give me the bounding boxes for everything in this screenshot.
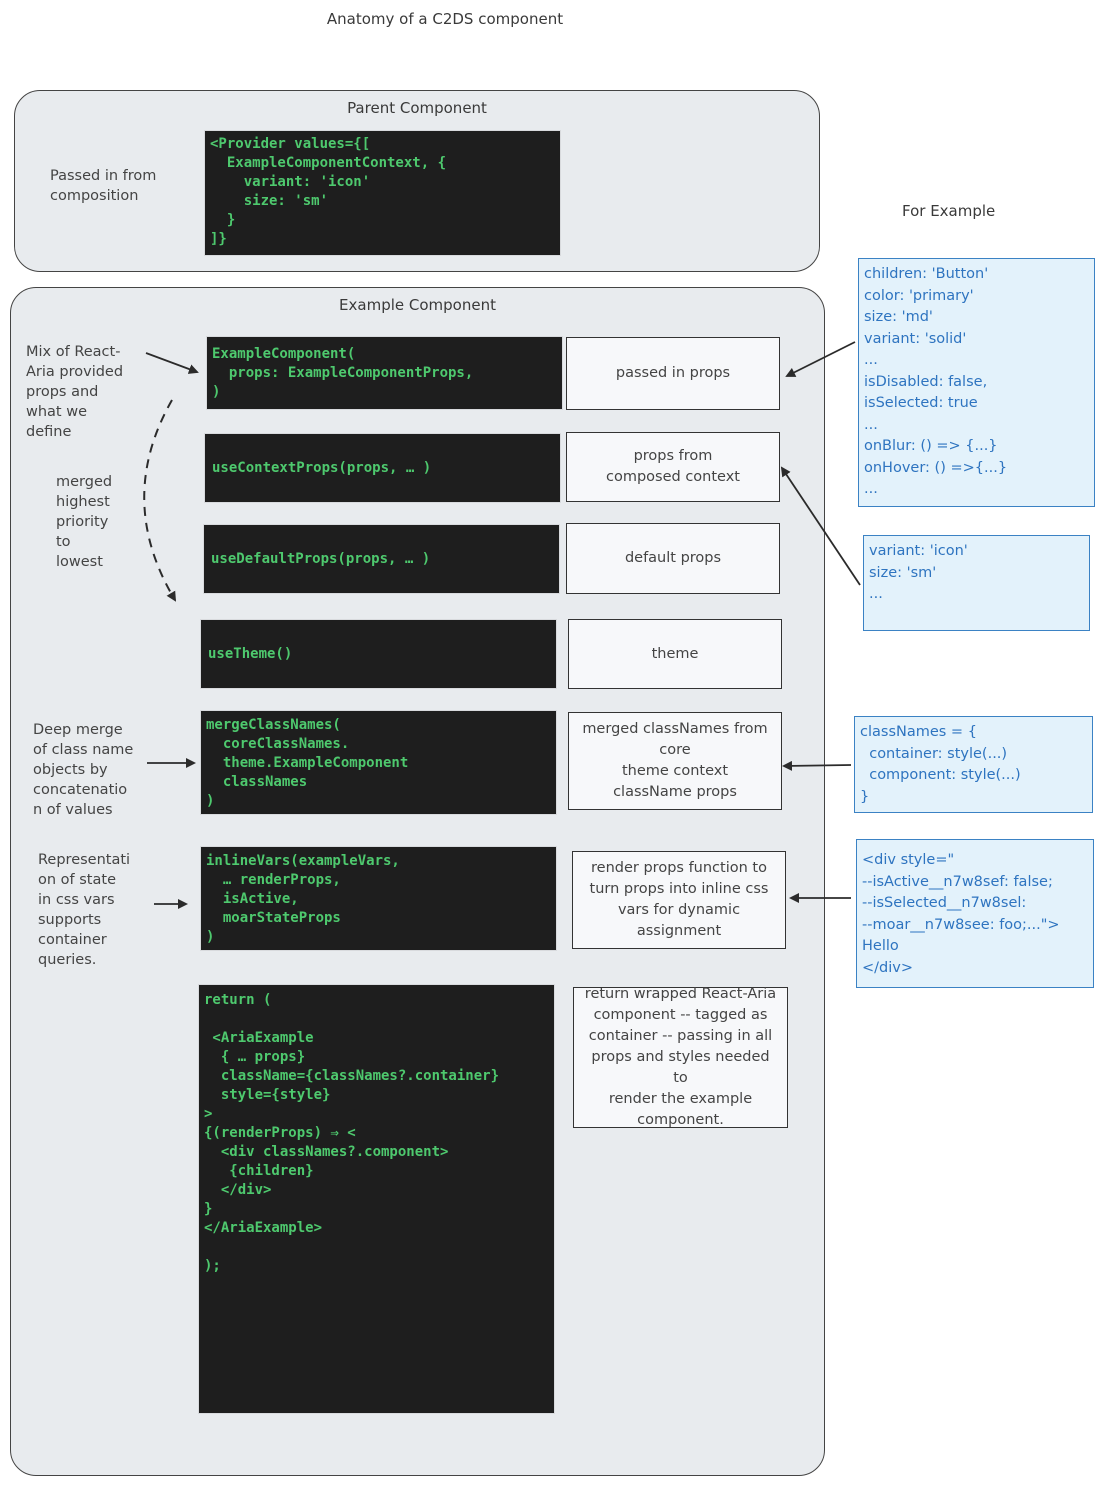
css-vars-note: Representati on of state in css vars sup… bbox=[38, 852, 131, 968]
use-default-props-code: useDefaultProps(props, … ) bbox=[203, 524, 560, 594]
merge-class-names-code: mergeClassNames( coreClassNames. theme.E… bbox=[200, 710, 557, 815]
passed-in-props-box: passed in props bbox=[566, 337, 780, 410]
default-props-box: default props bbox=[566, 523, 780, 594]
passed-props-example: children: 'Button' color: 'primary' size… bbox=[858, 258, 1095, 507]
context-props-box: props from composed context bbox=[566, 432, 780, 502]
context-props-example: variant: 'icon' size: 'sm' ... bbox=[863, 535, 1090, 631]
parent-component-title: Parent Component bbox=[347, 99, 487, 117]
deep-merge-note: Deep merge of class name objects by conc… bbox=[33, 722, 134, 818]
example-component-signature-code: ExampleComponent( props: ExampleComponen… bbox=[206, 336, 563, 410]
diagram-title: Anatomy of a C2DS component bbox=[326, 10, 564, 28]
inline-vars-example: <div style=" --isActive__n7w8sef: false;… bbox=[856, 839, 1094, 988]
passed-in-note: Passed in from composition bbox=[50, 168, 157, 204]
inline-vars-code: inlineVars(exampleVars, … renderProps, i… bbox=[200, 846, 557, 951]
provider-code-block: <Provider values={[ ExampleComponentCont… bbox=[204, 130, 561, 256]
mix-props-note: Mix of React- Aria provided props and wh… bbox=[26, 344, 124, 440]
for-example-label: For Example bbox=[902, 202, 996, 220]
return-jsx-code: return ( <AriaExample { … props} classNa… bbox=[198, 984, 555, 1414]
merged-class-names-box: merged classNames from core theme contex… bbox=[568, 712, 782, 810]
use-context-props-code: useContextProps(props, … ) bbox=[204, 433, 561, 503]
render-props-box: render props function to turn props into… bbox=[572, 851, 786, 949]
merge-priority-note: merged highest priority to lowest bbox=[56, 474, 113, 570]
class-names-example: classNames = { container: style(...) com… bbox=[854, 716, 1093, 813]
example-component-title: Example Component bbox=[339, 296, 496, 314]
use-theme-code: useTheme() bbox=[200, 619, 557, 689]
theme-box: theme bbox=[568, 619, 782, 689]
return-wrapped-box: return wrapped React-Aria component -- t… bbox=[573, 986, 788, 1128]
